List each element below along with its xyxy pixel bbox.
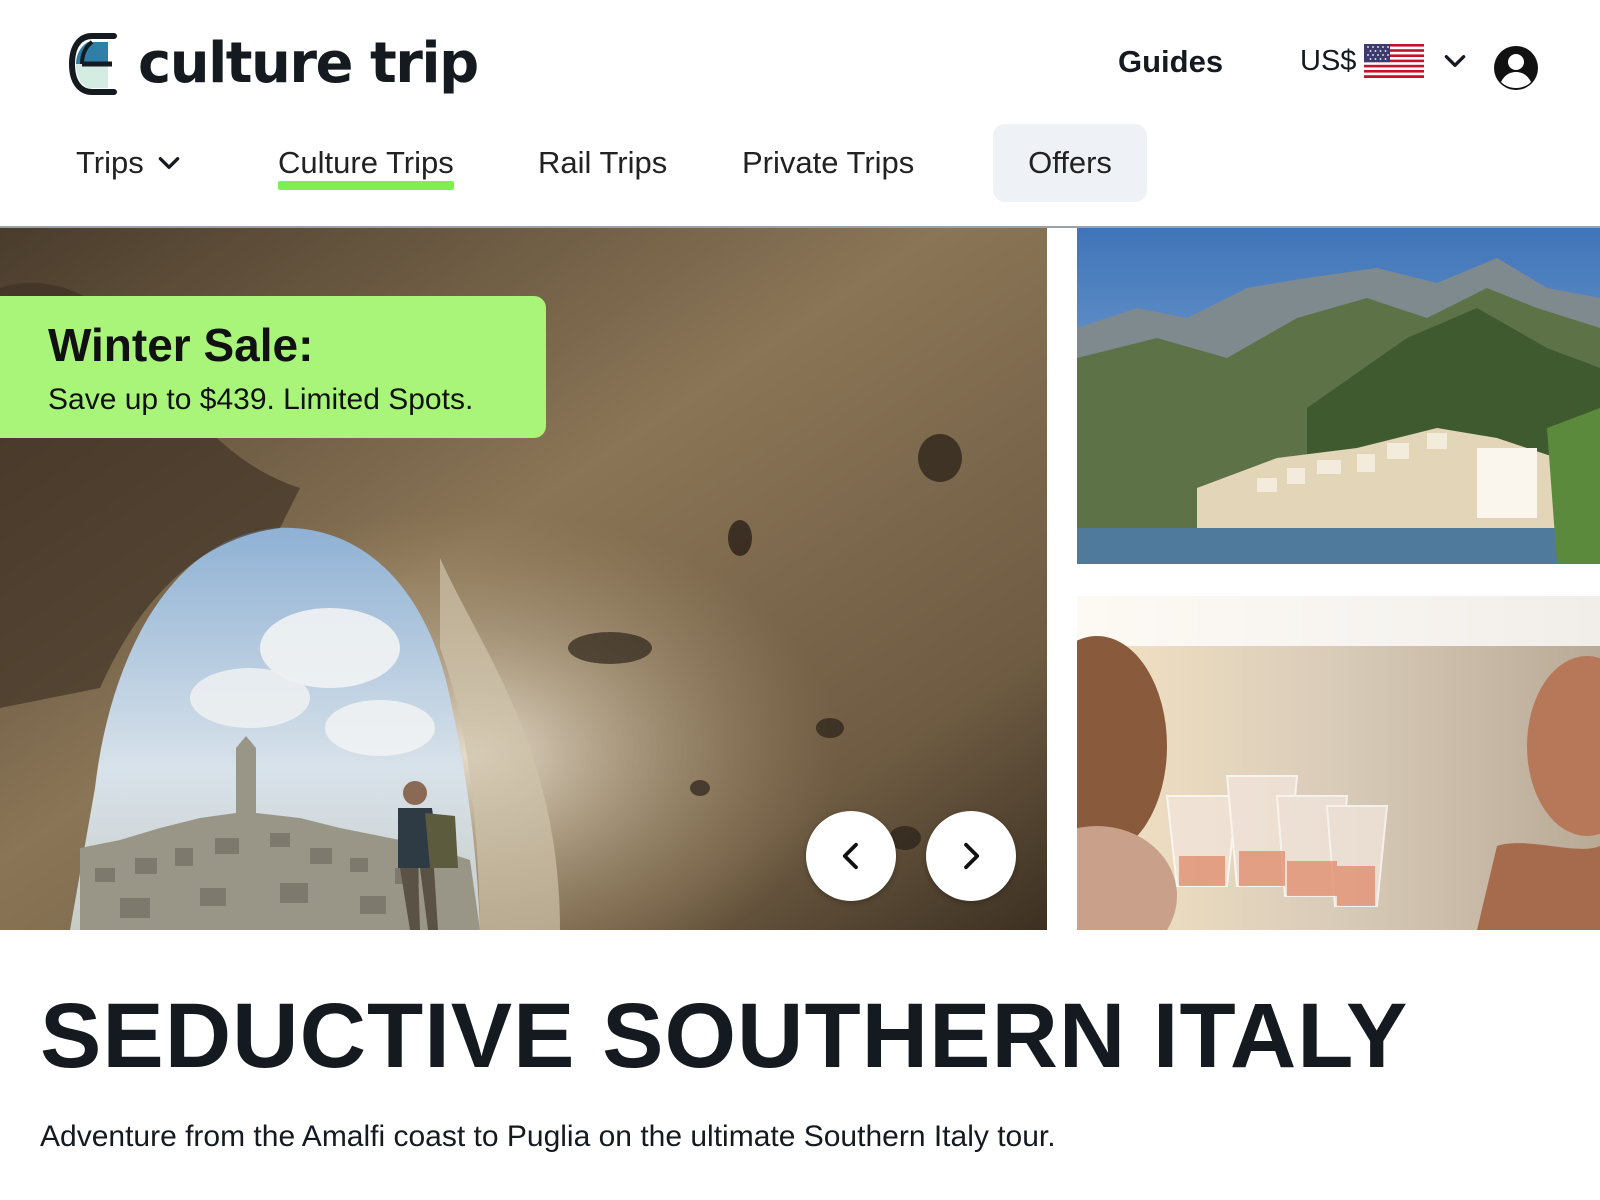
us-flag-icon [1364, 44, 1425, 78]
chevron-left-icon [842, 842, 858, 870]
chevron-down-icon [1445, 55, 1466, 67]
carousel-next-button[interactable] [926, 811, 1016, 901]
nav-offers[interactable]: Offers [993, 124, 1147, 202]
trips-dropdown-label: Trips [76, 145, 144, 180]
chevron-right-icon [964, 842, 980, 870]
currency-selector[interactable]: US$ [1300, 44, 1468, 78]
currency-label: US$ [1300, 44, 1357, 77]
page: culture trip Guides US$ Trips Culture Tr… [0, 0, 1600, 1200]
nav-rail-trips[interactable]: Rail Trips [538, 124, 667, 202]
culture-trip-logo-icon [68, 33, 117, 95]
nav-culture-trips[interactable]: Culture Trips [278, 124, 454, 202]
guides-link[interactable]: Guides [1118, 44, 1223, 80]
friends-toasting-photo [1077, 596, 1600, 930]
carousel-prev-button[interactable] [806, 811, 896, 901]
promo-subtitle: Save up to $439. Limited Spots. [48, 382, 474, 416]
nav-private-trips[interactable]: Private Trips [742, 124, 914, 202]
trip-title: SEDUCTIVE SOUTHERN ITALY [40, 985, 1409, 1087]
hero-toast-image[interactable] [1077, 596, 1600, 930]
culture-trip-logo[interactable]: culture trip [68, 30, 479, 98]
trip-description: Adventure from the Amalfi coast to Pugli… [40, 1120, 1056, 1153]
logo-wordmark: culture trip [138, 31, 479, 96]
promo-banner[interactable]: Winter Sale: Save up to $439. Limited Sp… [0, 296, 546, 438]
trips-dropdown[interactable]: Trips [76, 124, 182, 202]
amalfi-coast-photo [1077, 228, 1600, 564]
account-icon[interactable] [1492, 44, 1540, 92]
chevron-down-icon [158, 157, 180, 169]
hero-amalfi-image[interactable] [1077, 228, 1600, 564]
main-navigation: Trips Culture Trips Rail Trips Private T… [0, 124, 1600, 226]
promo-title: Winter Sale: [48, 319, 314, 371]
